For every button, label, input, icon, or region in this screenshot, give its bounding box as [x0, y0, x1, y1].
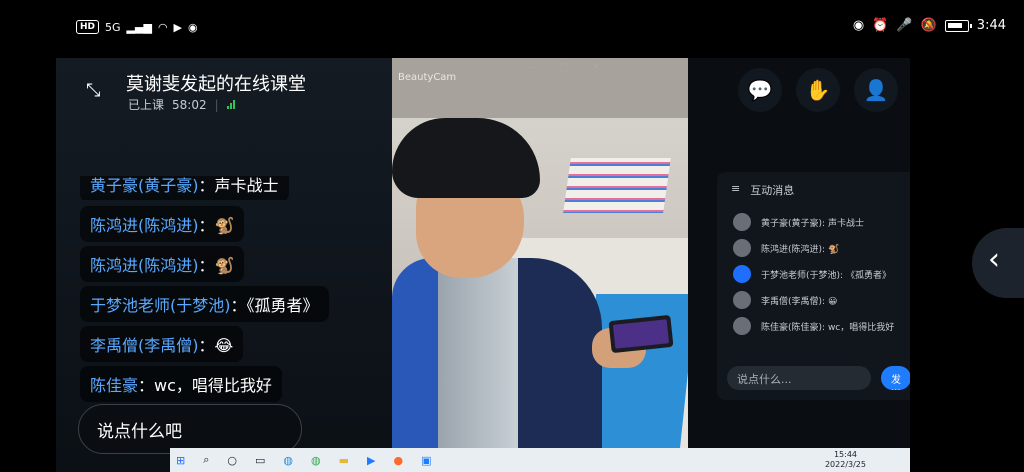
classroom-stage: ⤡ 莫谢斐发起的在线课堂 已上课 58:02 | 黄子豪(黄子豪)：声卡战士 陈…: [56, 58, 910, 472]
chat-text: ：🐒: [198, 216, 235, 235]
class-status: 已上课 58:02 |: [128, 96, 235, 113]
connection-signal-icon: [226, 100, 235, 109]
raise-hand-icon[interactable]: ✋: [796, 68, 840, 112]
hd-badge: HD: [76, 20, 100, 34]
panel-message: 陈佳豪(陈佳豪): wc，唱得比我好: [733, 316, 894, 336]
class-state: 已上课: [128, 98, 165, 112]
chat-message: 陈鸿进(陈鸿进)：🐒: [80, 246, 380, 282]
panel-message: 李禹僧(李禹僧): 😀: [733, 290, 837, 310]
window-controls[interactable]: — □ ✕: [526, 62, 610, 73]
meeting-app-icon[interactable]: ▣: [421, 454, 431, 467]
student-video: BeautyCam: [392, 58, 688, 450]
chat-sender: 陈佳豪: [90, 376, 139, 395]
alarm-icon: ⏰: [872, 18, 889, 33]
taskbar-clock: 15:44 2022/3/25: [824, 450, 866, 469]
panel-message: 于梦池老师(于梦池): 《孤勇者》: [733, 264, 891, 284]
chat-list: 黄子豪(黄子豪)：声卡战士 陈鸿进(陈鸿进)：🐒 陈鸿进(陈鸿进)：🐒 于梦池老…: [80, 176, 380, 402]
user-icon[interactable]: 👤: [854, 68, 898, 112]
camera-label: BeautyCam: [398, 72, 457, 83]
status-left: HD 5G ▂▄▆ ◠ ▶ ◉: [76, 20, 198, 34]
menu-icon[interactable]: ≡: [731, 182, 740, 198]
chat-message: 李禹僧(李禹僧)：😂: [80, 326, 380, 362]
avatar: [733, 265, 751, 283]
browser-icon[interactable]: ◍: [311, 454, 321, 467]
chat-message: 黄子豪(黄子豪)：声卡战士: [80, 176, 380, 200]
panel-input[interactable]: 说点什么...: [727, 366, 871, 390]
chat-pane: ⤡ 莫谢斐发起的在线课堂 已上课 58:02 | 黄子豪(黄子豪)：声卡战士 陈…: [56, 58, 392, 472]
mute-icon: 🔕: [920, 18, 937, 33]
interaction-panel: ≡ 互动消息 黄子豪(黄子豪): 声卡战士 陈鸿进(陈鸿进): 🐒 于梦池老师(…: [717, 172, 910, 400]
task-view-icon[interactable]: ○: [227, 454, 237, 467]
chat-sender: 李禹僧(李禹僧): [90, 336, 199, 355]
avatar: [733, 291, 751, 309]
class-title: 莫谢斐发起的在线课堂: [126, 74, 306, 95]
avatar: [733, 239, 751, 257]
chat-input[interactable]: 说点什么吧: [78, 404, 302, 454]
panel-title: 互动消息: [750, 184, 795, 197]
chat-text: ：声卡战士: [198, 176, 279, 195]
video-app-icon[interactable]: ▶: [367, 454, 375, 467]
chat-message: 于梦池老师(于梦池)：《孤勇者》: [80, 286, 380, 322]
send-button[interactable]: 发送: [881, 366, 910, 390]
battery-icon: [944, 19, 972, 32]
search-icon[interactable]: ⌕: [203, 453, 209, 467]
wifi-icon: ◠: [157, 20, 168, 34]
chevron-left-icon[interactable]: ‹: [972, 228, 1024, 298]
panel-header: ≡ 互动消息: [731, 182, 794, 198]
clock: 3:44: [976, 18, 1006, 33]
avatar: [733, 317, 751, 335]
collapse-icon[interactable]: ⤡: [86, 80, 110, 104]
elapsed-time: 58:02: [172, 97, 207, 112]
taskbar-app-icon[interactable]: ▭: [255, 454, 265, 467]
chat-sender: 黄子豪(黄子豪): [90, 176, 199, 195]
chat-message: 陈佳豪：wc，唱得比我好: [80, 366, 380, 402]
chat-sender: 陈鸿进(陈鸿进): [90, 256, 199, 275]
edge-icon[interactable]: ◍: [283, 454, 293, 467]
status-right: ◉ ⏰ 🎤 🔕 3:44: [853, 18, 1006, 33]
mic-icon: 🎤: [896, 18, 913, 33]
chat-text: ：😂: [198, 336, 234, 355]
app-notification-icon: ▶: [173, 20, 183, 34]
avatar: [733, 213, 751, 231]
chat-text: ：🐒: [198, 256, 235, 275]
eye-icon: ◉: [852, 18, 865, 33]
panel-message: 黄子豪(黄子豪): 声卡战士: [733, 212, 864, 232]
folder-icon[interactable]: ▬: [339, 454, 349, 467]
chat-text: ：wc，唱得比我好: [138, 376, 272, 395]
windows-taskbar: ⊞ ⌕ ○ ▭ ◍ ◍ ▬ ▶ ● ▣ 15:44 2022/3/25: [170, 448, 910, 472]
chat-message: 陈鸿进(陈鸿进)：🐒: [80, 206, 380, 242]
chat-text: ：《孤勇者》: [230, 296, 319, 315]
panel-message: 陈鸿进(陈鸿进): 🐒: [733, 238, 839, 258]
record-icon[interactable]: ●: [394, 454, 404, 467]
chat-sender: 陈鸿进(陈鸿进): [90, 216, 199, 235]
status-bar: HD 5G ▂▄▆ ◠ ▶ ◉ ◉ ⏰ 🎤 🔕 3:44: [0, 0, 1024, 58]
top-toolbar: 💬 ✋ 👤 ⚙ ⏻: [738, 68, 910, 112]
chat-bubble-icon[interactable]: 💬: [738, 68, 782, 112]
windows-start-icon[interactable]: ⊞: [176, 454, 185, 467]
signal-icon: ▂▄▆: [126, 20, 152, 34]
network-type: 5G: [105, 20, 121, 34]
chat-sender: 于梦池老师(于梦池): [90, 296, 231, 315]
qq-icon: ◉: [188, 20, 198, 34]
